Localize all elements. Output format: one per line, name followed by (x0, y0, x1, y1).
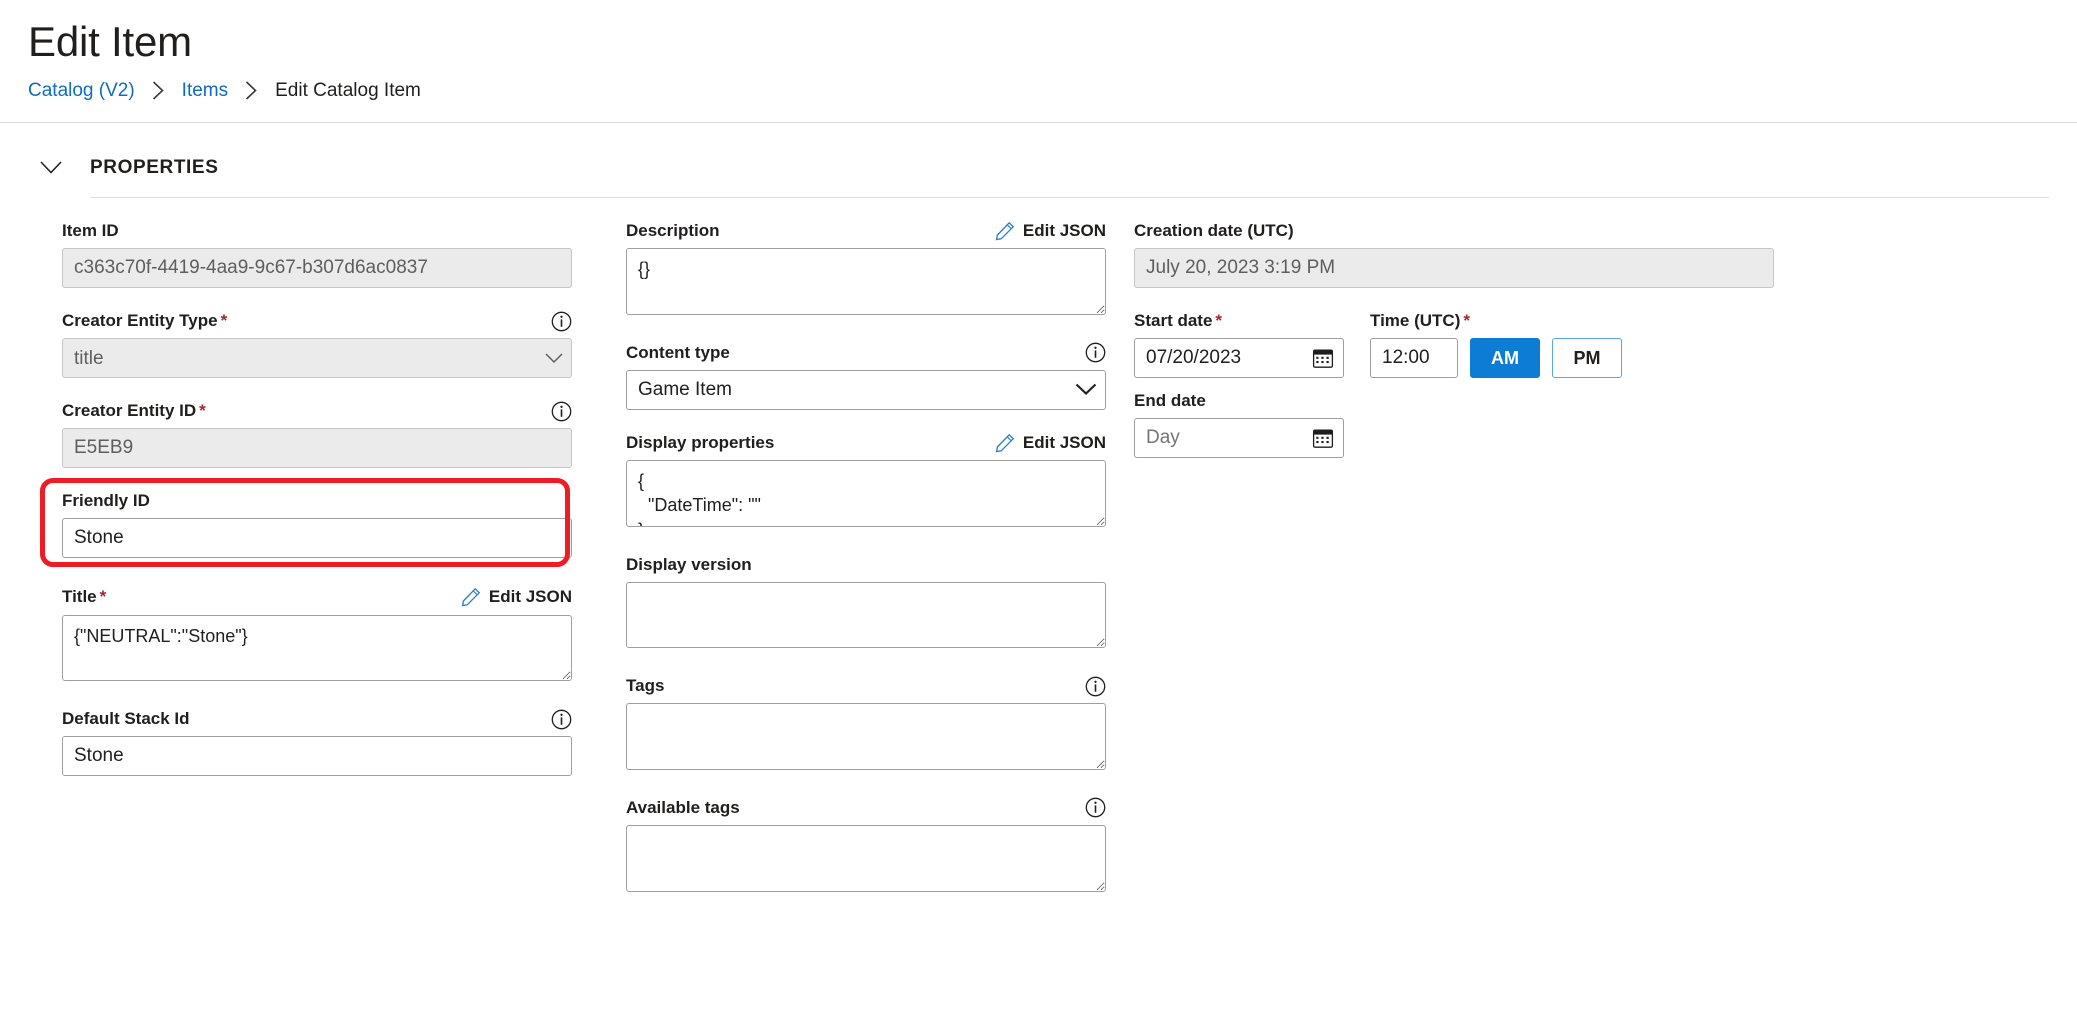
field-creation-date: Creation date (UTC) July 20, 2023 3:19 P… (1134, 220, 1774, 288)
display-version-textarea[interactable] (626, 582, 1106, 649)
title-label: Title* (62, 586, 106, 608)
edit-json-title-button[interactable]: Edit JSON (461, 587, 572, 607)
chevron-down-icon (1075, 383, 1097, 396)
field-display-version: Display version (626, 554, 1106, 654)
content-type-value: Game Item (638, 380, 732, 399)
creator-entity-type-value: title (74, 349, 104, 368)
end-date-row: End date (1134, 390, 1774, 458)
left-column: Item ID c363c70f-4419-4aa9-9c67-b307d6ac… (62, 220, 572, 919)
required-asterisk: * (1463, 311, 1470, 330)
field-title: Title* Edit JSON {"NEUTRAL":"Stone"} (62, 586, 572, 686)
tags-label: Tags (626, 675, 664, 697)
pencil-icon (995, 221, 1015, 241)
edit-json-title-label: Edit JSON (489, 587, 572, 607)
default-stack-id-input[interactable] (62, 736, 572, 776)
form-columns: Item ID c363c70f-4419-4aa9-9c67-b307d6ac… (62, 220, 2049, 919)
creator-entity-type-label: Creator Entity Type* (62, 310, 227, 332)
description-textarea[interactable]: {} (626, 248, 1106, 315)
edit-json-description-button[interactable]: Edit JSON (995, 221, 1106, 241)
creator-entity-type-select[interactable]: title (62, 338, 572, 378)
creator-entity-id-label-text: Creator Entity ID (62, 401, 196, 420)
field-friendly-id: Friendly ID (62, 490, 572, 558)
breadcrumb-item-catalog[interactable]: Catalog (V2) (28, 81, 135, 100)
creator-entity-id-input: E5EB9 (62, 428, 572, 468)
chevron-down-icon (545, 353, 563, 364)
section-title: PROPERTIES (90, 157, 218, 179)
end-date-label: End date (1134, 390, 1206, 412)
field-display-properties: Display properties Edit JSON { "DateTime… (626, 432, 1106, 532)
field-available-tags: Available tags (626, 797, 1106, 897)
info-icon[interactable] (551, 311, 572, 332)
field-creator-entity-id: Creator Entity ID* E5EB9 (62, 400, 572, 468)
content-type-select[interactable]: Game Item (626, 370, 1106, 410)
tags-textarea[interactable] (626, 703, 1106, 770)
info-icon[interactable] (1085, 797, 1106, 818)
field-description: Description Edit JSON {} (626, 220, 1106, 320)
display-version-label: Display version (626, 554, 752, 576)
breadcrumb-item-items[interactable]: Items (182, 81, 228, 100)
pm-button[interactable]: PM (1552, 338, 1622, 378)
chevron-right-icon-2 (245, 81, 258, 100)
field-item-id: Item ID c363c70f-4419-4aa9-9c67-b307d6ac… (62, 220, 572, 288)
field-creator-entity-type: Creator Entity Type* title (62, 310, 572, 378)
properties-section: PROPERTIES Item ID c363c70f-4419-4aa9-9c… (0, 153, 2077, 919)
required-asterisk: * (100, 587, 107, 606)
time-input[interactable] (1370, 338, 1458, 378)
friendly-id-input[interactable] (62, 518, 572, 558)
breadcrumb: Catalog (V2) Items Edit Catalog Item (28, 81, 2077, 100)
start-date-group: Start date* (1134, 310, 1344, 378)
item-id-input: c363c70f-4419-4aa9-9c67-b307d6ac0837 (62, 248, 572, 288)
description-label: Description (626, 220, 720, 242)
header-divider (0, 122, 2077, 123)
title-label-text: Title (62, 587, 97, 606)
required-asterisk: * (221, 311, 228, 330)
edit-json-display-properties-label: Edit JSON (1023, 433, 1106, 453)
available-tags-textarea[interactable] (626, 825, 1106, 892)
section-divider (90, 197, 2049, 198)
time-utc-label: Time (UTC)* (1370, 310, 1470, 332)
time-utc-group: Time (UTC)* AM PM (1370, 310, 1730, 378)
required-asterisk: * (1215, 311, 1222, 330)
display-properties-label: Display properties (626, 432, 774, 454)
edit-json-description-label: Edit JSON (1023, 221, 1106, 241)
creator-entity-type-label-text: Creator Entity Type (62, 311, 218, 330)
page-header: Edit Item Catalog (V2) Items Edit Catalo… (0, 0, 2077, 100)
properties-section-header[interactable]: PROPERTIES (28, 153, 2049, 183)
calendar-icon[interactable] (1312, 347, 1334, 369)
right-column: Creation date (UTC) July 20, 2023 3:19 P… (1134, 220, 1774, 919)
start-date-label: Start date* (1134, 310, 1222, 332)
calendar-icon[interactable] (1312, 427, 1334, 449)
start-date-time-row: Start date* (1134, 310, 1774, 378)
creation-date-label: Creation date (UTC) (1134, 220, 1294, 242)
pencil-icon (995, 433, 1015, 453)
chevron-right-icon (152, 81, 165, 100)
required-asterisk: * (199, 401, 206, 420)
info-icon[interactable] (1085, 676, 1106, 697)
breadcrumb-item-current: Edit Catalog Item (275, 81, 421, 100)
default-stack-id-label: Default Stack Id (62, 708, 190, 730)
pencil-icon (461, 587, 481, 607)
am-button[interactable]: AM (1470, 338, 1540, 378)
edit-json-display-properties-button[interactable]: Edit JSON (995, 433, 1106, 453)
info-icon[interactable] (551, 709, 572, 730)
page-title: Edit Item (28, 18, 2077, 65)
field-content-type: Content type Game Item (626, 342, 1106, 410)
title-textarea[interactable]: {"NEUTRAL":"Stone"} (62, 615, 572, 682)
middle-column: Description Edit JSON {} Content type (626, 220, 1106, 919)
friendly-id-label: Friendly ID (62, 490, 150, 512)
content-type-label: Content type (626, 342, 730, 364)
chevron-down-icon[interactable] (36, 153, 66, 183)
info-icon[interactable] (1085, 342, 1106, 363)
end-date-group: End date (1134, 390, 1344, 458)
display-properties-textarea[interactable]: { "DateTime": "" } (626, 460, 1106, 527)
item-id-label: Item ID (62, 220, 119, 242)
start-date-label-text: Start date (1134, 311, 1212, 330)
field-default-stack-id: Default Stack Id (62, 708, 572, 776)
creation-date-input: July 20, 2023 3:19 PM (1134, 248, 1774, 288)
info-icon[interactable] (551, 401, 572, 422)
field-tags: Tags (626, 675, 1106, 775)
time-utc-label-text: Time (UTC) (1370, 311, 1460, 330)
creator-entity-id-label: Creator Entity ID* (62, 400, 206, 422)
available-tags-label: Available tags (626, 797, 740, 819)
